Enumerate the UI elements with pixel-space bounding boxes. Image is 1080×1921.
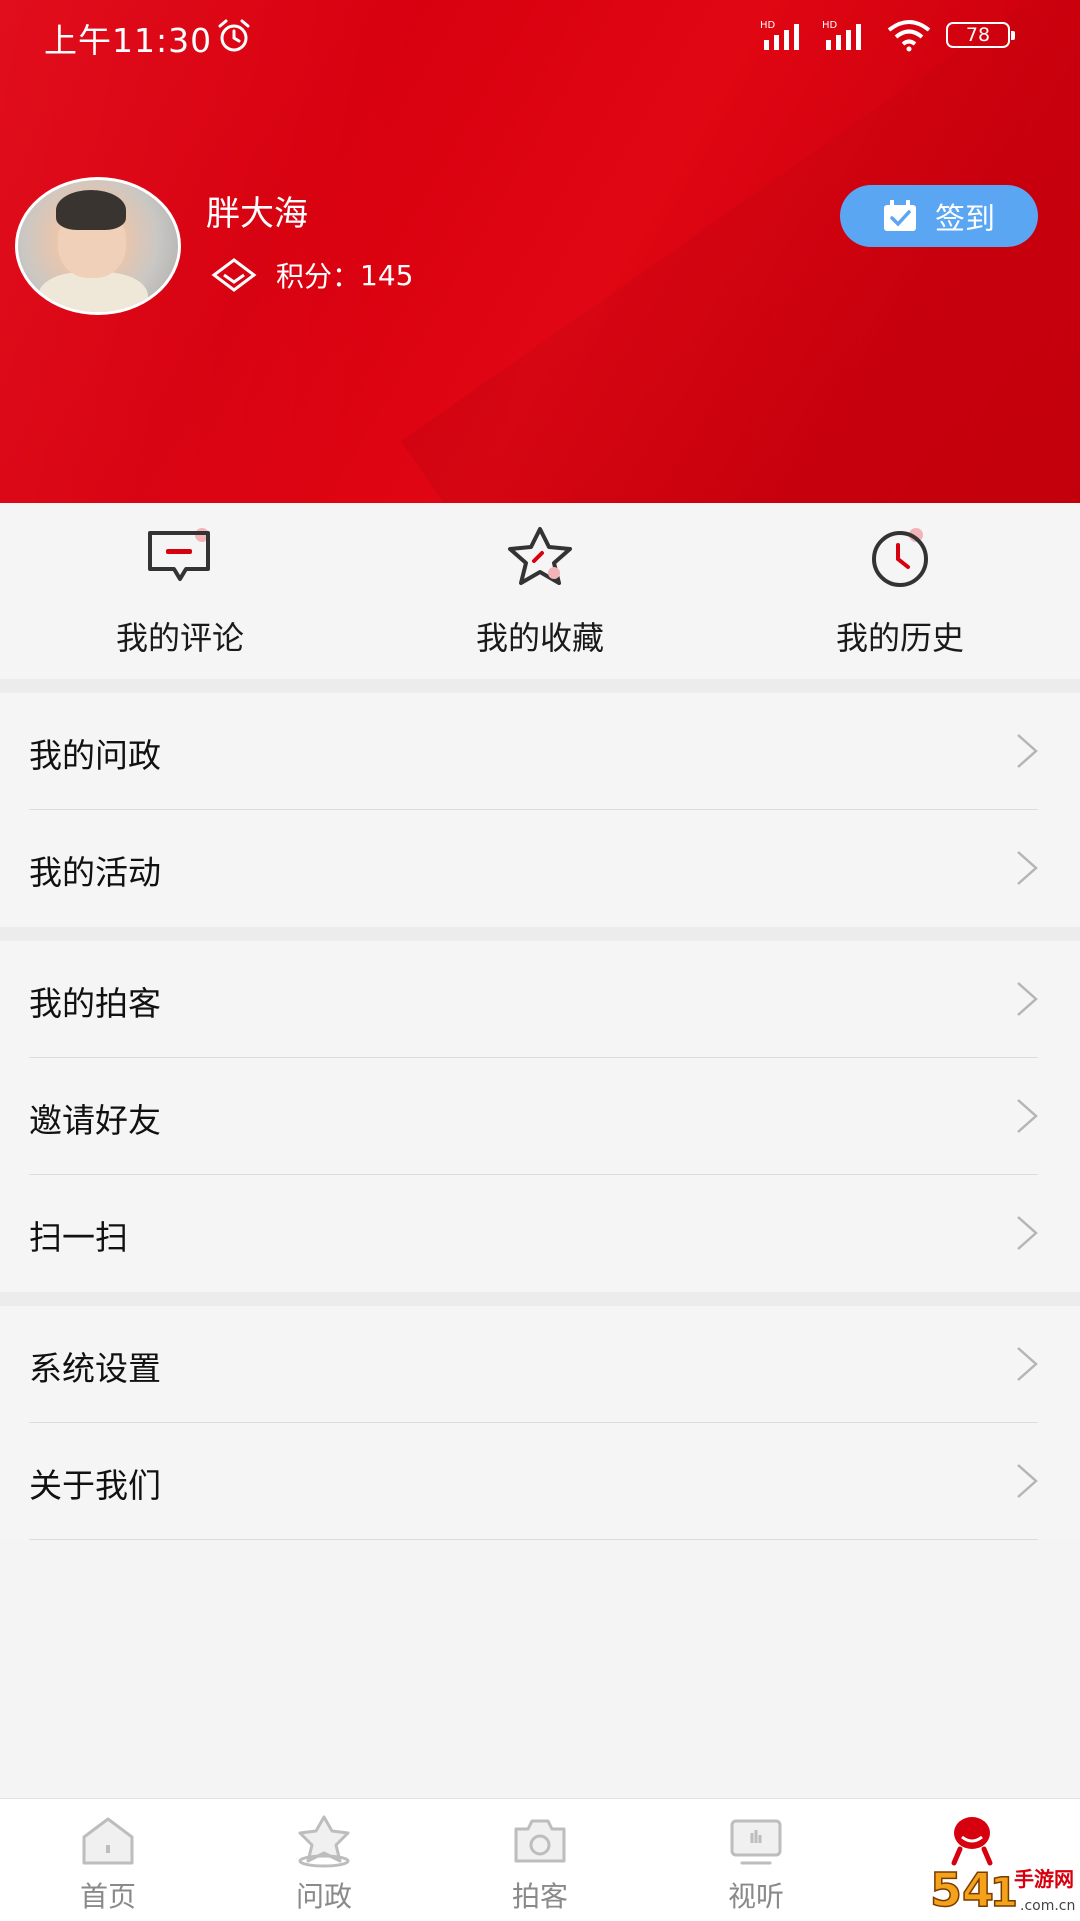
quick-label: 我的评论: [115, 619, 244, 657]
svg-text:HD: HD: [822, 20, 838, 31]
tab-reporter[interactable]: 拍客: [432, 1799, 648, 1921]
checkin-label: 签到: [935, 202, 995, 237]
quick-actions: 我的评论 我的收藏 我的历史: [0, 503, 1080, 679]
svg-text:54: 54: [930, 1863, 994, 1917]
menu-item-my-activities[interactable]: 我的活动: [0, 810, 1080, 927]
star-icon: [508, 527, 572, 585]
home-icon: [82, 1817, 134, 1865]
menu-item-label: 我的拍客: [29, 984, 161, 1023]
svg-text:HD: HD: [760, 20, 776, 31]
menu-item-label: 邀请好友: [29, 1101, 161, 1140]
tab-label: 问政: [295, 1880, 352, 1913]
quick-item-favorites[interactable]: 我的收藏: [360, 503, 720, 679]
status-time: 上午11:30: [44, 21, 213, 60]
tv-icon: [730, 1819, 782, 1865]
clock-icon: [872, 528, 928, 587]
quick-label: 我的收藏: [475, 619, 604, 657]
chevron-right-icon: [1017, 734, 1038, 768]
chevron-right-icon: [1017, 1099, 1038, 1133]
battery-indicator: 78: [946, 22, 1015, 48]
tab-label: 首页: [79, 1880, 136, 1913]
profile-header: 上午11:30 HD HD 78 胖大海 积分： 145 签到: [0, 0, 1080, 503]
quick-item-history[interactable]: 我的历史: [720, 503, 1080, 679]
menu-item-label: 扫一扫: [29, 1218, 128, 1257]
calendar-check-icon: [884, 200, 916, 231]
camera-icon: [514, 1819, 566, 1863]
menu-item-label: 我的问政: [29, 736, 161, 775]
bottom-nav: 首页 问政 拍客 视听: [0, 1798, 1080, 1921]
signal-icon: HD: [760, 20, 799, 50]
points-label: 积分：: [276, 260, 361, 293]
tab-home[interactable]: 首页: [0, 1799, 216, 1921]
menu-item-my-inquiries[interactable]: 我的问政: [0, 693, 1080, 810]
menu-item-scan[interactable]: 扫一扫: [0, 1175, 1080, 1292]
menu-item-invite-friends[interactable]: 邀请好友: [0, 1058, 1080, 1175]
quick-item-comments[interactable]: 我的评论: [0, 503, 360, 679]
menu-item-label: 系统设置: [29, 1349, 161, 1388]
section-gap: [0, 927, 1080, 941]
avatar[interactable]: [15, 177, 181, 315]
wifi-icon: [887, 20, 931, 52]
menu-item-about-us[interactable]: 关于我们: [0, 1423, 1080, 1540]
points-value: 145: [360, 258, 414, 292]
checkin-button[interactable]: 签到: [840, 185, 1038, 247]
menu-group-3: 系统设置 关于我们: [0, 1306, 1080, 1540]
username: 胖大海: [206, 194, 308, 234]
watermark-logo: 54 1 手游网 .com.cn: [929, 1862, 1075, 1918]
section-gap: [0, 1292, 1080, 1306]
chevron-right-icon: [1017, 1216, 1038, 1250]
tab-label: 拍客: [511, 1880, 568, 1913]
status-bar: 上午11:30 HD HD 78: [0, 0, 1080, 72]
chevron-right-icon: [1017, 1347, 1038, 1381]
comment-icon: [148, 528, 210, 581]
quick-label: 我的历史: [835, 619, 964, 657]
points-display: 积分： 145: [210, 255, 413, 295]
ask-government-icon: [298, 1815, 350, 1868]
chevron-right-icon: [1017, 982, 1038, 1016]
svg-text:手游网: 手游网: [1014, 1867, 1074, 1891]
chevron-right-icon: [1017, 1464, 1038, 1498]
menu-item-settings[interactable]: 系统设置: [0, 1306, 1080, 1423]
section-gap: [0, 679, 1080, 693]
chevron-right-icon: [1017, 851, 1038, 885]
tab-label: 视听: [727, 1880, 784, 1913]
menu-item-my-reporter[interactable]: 我的拍客: [0, 941, 1080, 1058]
menu-group-2: 我的拍客 邀请好友 扫一扫: [0, 941, 1080, 1292]
svg-text:.com.cn: .com.cn: [1020, 1898, 1075, 1914]
tab-media[interactable]: 视听: [648, 1799, 864, 1921]
alarm-icon: [218, 19, 250, 52]
signal-icon: HD: [822, 20, 861, 50]
diamond-icon: [211, 258, 257, 292]
menu-item-label: 关于我们: [29, 1466, 161, 1505]
menu-item-label: 我的活动: [29, 853, 161, 892]
menu-group-1: 我的问政 我的活动: [0, 693, 1080, 927]
tab-ask-government[interactable]: 问政: [216, 1799, 432, 1921]
